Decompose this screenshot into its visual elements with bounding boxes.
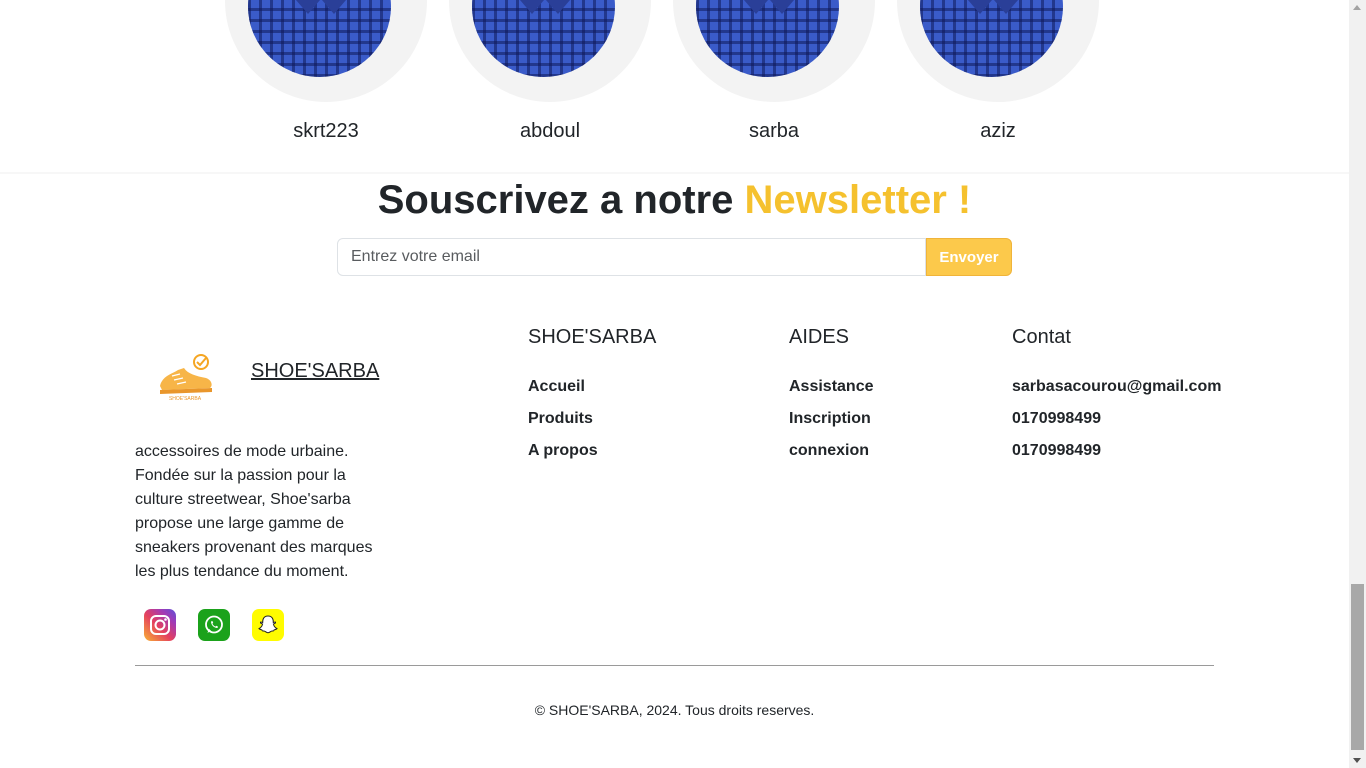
avatar bbox=[920, 0, 1063, 77]
section-divider bbox=[0, 172, 1349, 174]
team-member-name: abdoul bbox=[519, 120, 581, 142]
avatar bbox=[696, 0, 839, 77]
send-button[interactable]: Envoyer bbox=[926, 238, 1012, 276]
footer-link-connexion[interactable]: connexion bbox=[789, 435, 874, 467]
footer-column-aides: AIDES Assistance Inscription connexion bbox=[789, 324, 874, 467]
scroll-down-arrow-icon[interactable] bbox=[1353, 758, 1361, 763]
newsletter-title-prefix: Souscrivez a notre bbox=[377, 178, 745, 222]
avatar bbox=[248, 0, 391, 77]
team-member-name: aziz bbox=[980, 120, 1016, 142]
sneaker-logo-icon: SHOE'SARBA bbox=[150, 346, 220, 406]
newsletter-form: Envoyer bbox=[337, 238, 1012, 276]
team-member-card: skrt223 bbox=[223, 0, 433, 160]
footer-link-inscription[interactable]: Inscription bbox=[789, 403, 874, 435]
footer-column-title: AIDES bbox=[789, 326, 850, 348]
footer-link-a-propos[interactable]: A propos bbox=[528, 435, 656, 467]
scroll-up-arrow-icon[interactable] bbox=[1353, 5, 1361, 10]
page: skrt223 abdoul sarba aziz Souscrivez a n… bbox=[0, 0, 1349, 768]
whatsapp-icon[interactable] bbox=[198, 609, 230, 641]
email-input[interactable] bbox=[337, 238, 926, 276]
team-section: skrt223 abdoul sarba aziz bbox=[0, 0, 1349, 173]
footer-column-title: Contat bbox=[1012, 326, 1071, 348]
instagram-icon[interactable] bbox=[144, 609, 176, 641]
svg-text:SHOE'SARBA: SHOE'SARBA bbox=[169, 396, 202, 402]
footer-link-produits[interactable]: Produits bbox=[528, 403, 656, 435]
footer-link-accueil[interactable]: Accueil bbox=[528, 371, 656, 403]
vertical-scrollbar[interactable] bbox=[1349, 0, 1366, 768]
contact-phone-link[interactable]: 0170998499 bbox=[1012, 403, 1221, 435]
team-member-card: sarba bbox=[671, 0, 881, 160]
contact-phone-link[interactable]: 0170998499 bbox=[1012, 435, 1221, 467]
brand-description: accessoires de mode urbaine. Fondée sur … bbox=[135, 443, 373, 580]
team-member-card: aziz bbox=[895, 0, 1105, 160]
footer-column-title: SHOE'SARBA bbox=[528, 326, 657, 348]
copyright-text: © SHOE'SARBA, 2024. Tous droits reserves… bbox=[534, 702, 815, 718]
contact-email-link[interactable]: sarbasacourou@gmail.com bbox=[1012, 371, 1221, 403]
footer-column-contact: Contat sarbasacourou@gmail.com 017099849… bbox=[1012, 324, 1221, 467]
scrollbar-thumb[interactable] bbox=[1351, 584, 1364, 750]
newsletter-title: Souscrivez a notre Newsletter ! bbox=[0, 176, 1349, 224]
avatar bbox=[472, 0, 615, 77]
footer-column-shoesarba: SHOE'SARBA Accueil Produits A propos bbox=[528, 324, 656, 467]
footer-link-assistance[interactable]: Assistance bbox=[789, 371, 874, 403]
team-member-card: abdoul bbox=[447, 0, 657, 160]
team-member-name: sarba bbox=[748, 120, 800, 142]
brand-link[interactable]: SHOE'SARBA bbox=[251, 359, 379, 383]
footer-divider bbox=[135, 665, 1214, 666]
team-member-name: skrt223 bbox=[293, 120, 359, 142]
snapchat-icon[interactable] bbox=[252, 609, 284, 641]
newsletter-title-highlight: Newsletter ! bbox=[744, 178, 972, 222]
